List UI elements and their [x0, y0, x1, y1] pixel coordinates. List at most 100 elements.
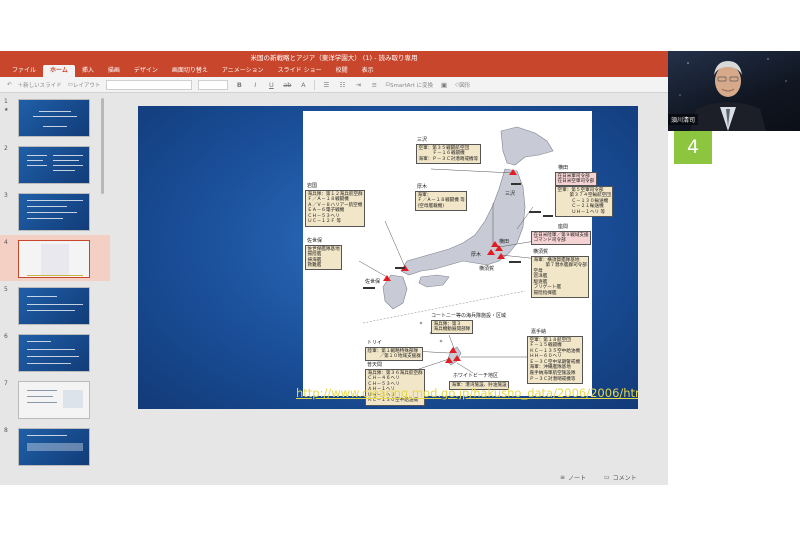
- us-forces-japan-map-figure: 佐世保 厚木 横須賀 横田 三沢 三沢 空軍：第３５戦闘航空団 Ｆ－１６戦闘機 …: [303, 111, 614, 406]
- slide-thumbnail-6[interactable]: 6: [0, 329, 110, 375]
- animation-star-icon: ★: [4, 107, 9, 113]
- tab-transitions[interactable]: 画面切り替え: [165, 65, 215, 77]
- iwakuni-label: 岩国: [307, 183, 318, 189]
- tab-draw[interactable]: 描画: [101, 65, 127, 77]
- sasebo-line: 救難艦: [307, 263, 322, 269]
- courtney-callout: 海兵隊：第３ 海兵機動展開部隊: [431, 320, 473, 335]
- map-tag-sasebo: 佐世保: [365, 279, 381, 285]
- tab-file[interactable]: ファイル: [5, 65, 43, 77]
- zama-callout: 在日米陸軍／第９戦域支援 コマンド司令部: [531, 231, 592, 246]
- slide-thumbnail-2[interactable]: 2: [0, 141, 110, 187]
- shapes-button[interactable]: ◇ 図形: [452, 79, 473, 91]
- yokota-callout: 空軍：第５空軍司令部 第３７４空輸航空団 Ｃ－１３０輸送機 Ｃ－２１輸送機 ＵＨ…: [555, 186, 614, 217]
- yokota-label: 横田: [558, 165, 569, 171]
- courtney-line: 海兵機動展開部隊: [433, 327, 471, 333]
- italic-icon[interactable]: I: [247, 81, 263, 89]
- tab-insert[interactable]: 挿入: [75, 65, 101, 77]
- new-slide-label: 新しいスライド: [23, 82, 62, 89]
- new-slide-button[interactable]: ＋ 新しいスライド: [15, 79, 65, 91]
- thumb-preview: [18, 146, 90, 184]
- tab-animations[interactable]: アニメーション: [215, 65, 271, 77]
- kadena-callout: 空軍：第１８航空団 Ｆ－１５戦闘機 ＫＣ－１３５空中給油機 ＨＨ－６０ヘリ Ｅ－…: [527, 336, 583, 384]
- smartart-button[interactable]: ⊡ SmartArt に変換: [382, 79, 436, 91]
- thumb-number: 8: [4, 427, 8, 434]
- white-beach-label: ホワイトビーチ地区: [453, 373, 499, 379]
- slide-thumbnail-pane: 1 ★ 2 3 4 5 6 7 8: [0, 94, 110, 485]
- slide-thumbnail-5[interactable]: 5: [0, 282, 110, 328]
- yokosuka-line: 揚陸指揮艦: [533, 291, 557, 297]
- slide-editing-area: 佐世保 厚木 横須賀 横田 三沢 三沢 空軍：第３５戦闘航空団 Ｆ－１６戦闘機 …: [110, 94, 668, 470]
- kadena-line: Ｐ－３Ｃ対潜哨戒機等: [529, 376, 576, 382]
- notes-button[interactable]: ≡ ノート: [560, 473, 586, 482]
- zama-line: コマンド司令部: [533, 238, 566, 244]
- align-icon[interactable]: ≡: [366, 81, 382, 89]
- screen: 米国の新戦略とアジア（東洋学園大） (1) - 読み取り専用 ファイル ホーム …: [0, 0, 800, 536]
- shapes-label: 図形: [459, 82, 471, 89]
- status-bar: ≡ ノート ▭ コメント: [0, 470, 668, 485]
- bullets-icon[interactable]: ☰: [318, 81, 334, 89]
- underline-icon[interactable]: U: [263, 81, 279, 89]
- thumb-number: 2: [4, 145, 8, 152]
- tab-view[interactable]: 表示: [355, 65, 381, 77]
- thumb-preview: [18, 381, 90, 419]
- tab-home[interactable]: ホーム: [43, 65, 75, 77]
- sasebo-label: 佐世保: [307, 238, 323, 244]
- thumbnail-scrollbar[interactable]: [101, 98, 104, 194]
- indent-icon[interactable]: ⇥: [350, 81, 366, 89]
- atsugi-label: 厚木: [417, 184, 428, 190]
- thumb-preview: [18, 193, 90, 231]
- current-slide[interactable]: 佐世保 厚木 横須賀 横田 三沢 三沢 空軍：第３５戦闘航空団 Ｆ－１６戦闘機 …: [138, 106, 638, 409]
- thumb-number: 3: [4, 192, 8, 199]
- tab-review[interactable]: 校閲: [329, 65, 355, 77]
- map-tag-atsugi: 厚木: [471, 252, 482, 258]
- tab-slideshow[interactable]: スライド ショー: [271, 65, 329, 77]
- thumb-preview: [18, 287, 90, 325]
- ribbon-divider: [314, 79, 316, 90]
- torii-callout: 陸軍：第１戦略特殊部隊 ／第１０地域支援群: [365, 347, 424, 362]
- undo-icon[interactable]: ↶: [4, 79, 15, 91]
- layout-button[interactable]: ▭ レイアウト: [65, 79, 104, 91]
- thumb-preview: [18, 240, 90, 278]
- font-name-combo[interactable]: [106, 79, 193, 90]
- slide-thumbnail-1[interactable]: 1 ★: [0, 94, 110, 140]
- slide-thumbnail-7[interactable]: 7: [0, 376, 110, 422]
- slide-thumbnail-3[interactable]: 3: [0, 188, 110, 234]
- slide-thumbnail-8[interactable]: 8: [0, 423, 110, 469]
- bold-icon[interactable]: B: [231, 81, 247, 89]
- yokota-line: 在日米空軍司令部: [557, 179, 595, 185]
- numbering-icon[interactable]: ☷: [334, 81, 350, 89]
- thumb-preview: [18, 428, 90, 466]
- source-url-link[interactable]: http://www.clearing.mod.go.jp/hakusho_da…: [296, 386, 638, 400]
- window-title: 米国の新戦略とアジア（東洋学園大） (1) - 読み取り専用: [0, 51, 668, 65]
- torii-line: ／第１０地域支援群: [379, 354, 421, 360]
- menu-bar: ファイル ホーム 挿入 描画 デザイン 画面切り替え アニメーション スライド …: [0, 65, 668, 77]
- thumb-preview: [18, 334, 90, 372]
- tab-design[interactable]: デザイン: [127, 65, 165, 77]
- thumb-number: 4: [4, 239, 8, 246]
- map-tag-misawa: 三沢: [505, 191, 516, 197]
- participant-name: 須川清司: [668, 114, 699, 125]
- sasebo-callout: 佐世保艦隊基地 揚陸艦 掃海艦 救難艦: [305, 245, 343, 271]
- futenma-label: 普天間: [367, 362, 383, 368]
- map-tag-yokosuka: 横須賀: [479, 266, 495, 272]
- map-tag-yokota: 横田: [499, 239, 510, 245]
- yokosuka-label: 横須賀: [533, 249, 549, 255]
- torii-label: トリイ: [367, 340, 383, 346]
- webcam-video-tile: 須川清司: [668, 51, 800, 131]
- picture-icon[interactable]: ▣: [436, 81, 452, 89]
- courtney-label: コートニー等の海兵隊施設・区域: [431, 313, 507, 319]
- comments-label: コメント: [612, 475, 637, 482]
- yokosuka-callout: 海軍：横須賀艦隊基地 第７潜水艦群司令部 空母 巡洋艦 駆逐艦 フリゲート艦 揚…: [531, 256, 590, 299]
- thumb-number: 5: [4, 286, 8, 293]
- notes-label: ノート: [568, 475, 587, 482]
- slide-thumbnail-4[interactable]: 4: [0, 235, 110, 281]
- comments-button[interactable]: ▭ コメント: [604, 473, 637, 482]
- kadena-line: 嘉手納海軍航空施設隊: [529, 371, 576, 377]
- misawa-label: 三沢: [417, 137, 428, 143]
- strikethrough-icon[interactable]: ab: [279, 81, 295, 89]
- misawa-line: 海軍：Ｐ－３Ｃ対潜哨戒機等: [418, 156, 479, 162]
- font-size-combo[interactable]: [198, 79, 229, 90]
- layout-label: レイアウト: [72, 82, 101, 89]
- font-color-icon[interactable]: A: [295, 81, 311, 89]
- zama-label: 座間: [558, 224, 569, 230]
